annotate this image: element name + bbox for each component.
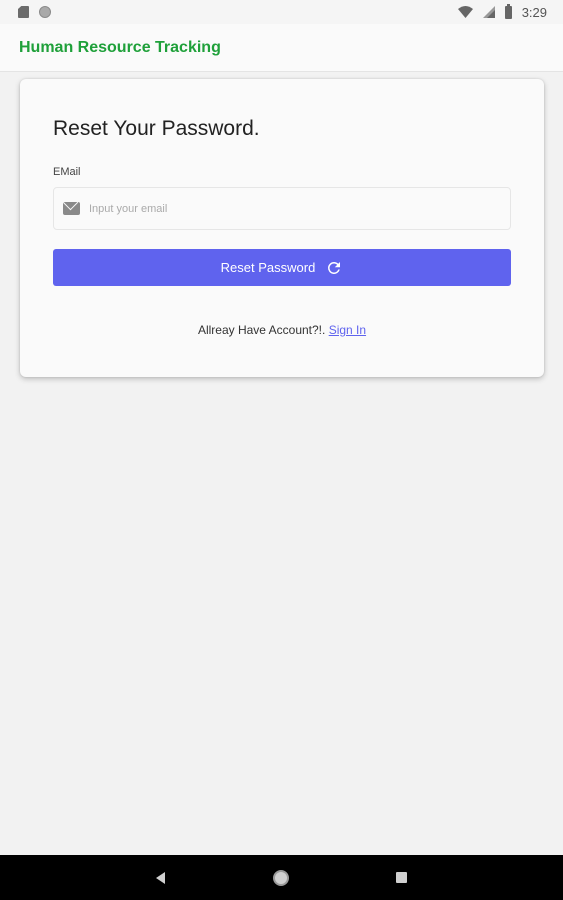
signin-row: Allreay Have Account?!. Sign In xyxy=(20,323,544,337)
email-label: EMail xyxy=(53,166,81,178)
circle-icon xyxy=(39,6,51,18)
reset-password-card: Reset Your Password. EMail Reset Passwor… xyxy=(20,79,544,377)
email-field[interactable] xyxy=(53,187,511,230)
status-time: 3:29 xyxy=(521,4,547,20)
app-title: Human Resource Tracking xyxy=(19,38,221,56)
app-bar: Human Resource Tracking xyxy=(0,24,563,72)
sign-in-link[interactable]: Sign In xyxy=(329,323,366,337)
mail-icon xyxy=(63,202,80,215)
signin-prompt: Allreay Have Account?!. xyxy=(197,323,329,337)
page-title: Reset Your Password. xyxy=(53,117,260,140)
reset-password-label: Reset Password xyxy=(220,260,316,275)
email-input[interactable] xyxy=(89,202,469,215)
status-right: 3:29 xyxy=(457,3,547,20)
back-icon[interactable] xyxy=(156,872,165,884)
signal-icon xyxy=(482,6,495,18)
status-bar: 3:29 xyxy=(0,0,563,24)
recents-icon[interactable] xyxy=(396,872,407,883)
status-left xyxy=(18,6,51,18)
home-icon[interactable] xyxy=(273,870,289,886)
reset-password-button[interactable]: Reset Password xyxy=(53,249,511,286)
wifi-icon xyxy=(457,6,473,18)
sd-card-icon xyxy=(18,6,29,18)
system-nav-bar xyxy=(0,855,563,900)
refresh-icon xyxy=(328,261,341,274)
battery-icon xyxy=(504,3,512,19)
